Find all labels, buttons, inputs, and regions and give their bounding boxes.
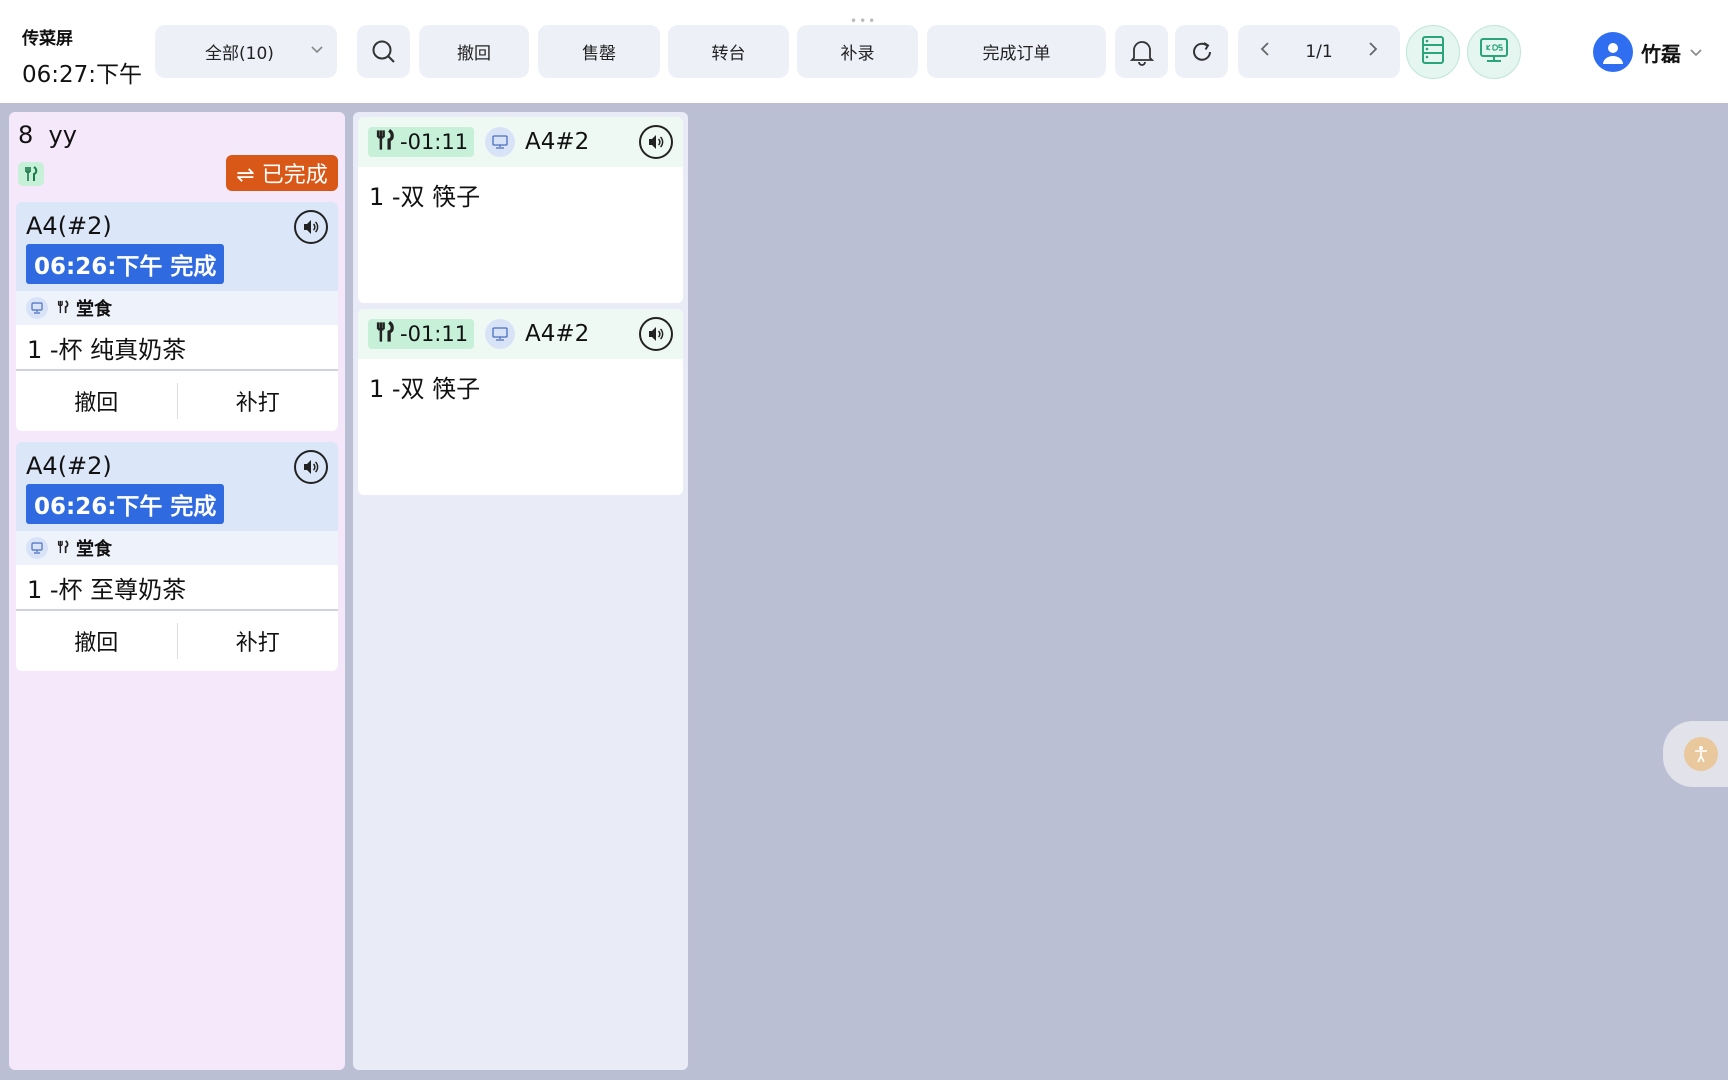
- speaker-icon[interactable]: [639, 317, 673, 351]
- notifications-button[interactable]: [1115, 25, 1168, 78]
- timer-value: -01:11: [400, 322, 469, 346]
- ticket-table: A4(#2): [26, 212, 112, 240]
- recall-ticket-button[interactable]: 撤回: [16, 385, 177, 417]
- search-icon: [371, 39, 397, 65]
- dine-type-row: 堂食: [16, 531, 338, 565]
- ticket-item: 1 -杯 纯真奶茶: [16, 325, 338, 371]
- pending-item-card[interactable]: -01:11 A4#2 1 -双 筷子: [358, 117, 683, 303]
- recall-ticket-button[interactable]: 撤回: [16, 625, 177, 657]
- fork-knife-icon: [56, 538, 70, 559]
- order-title: 8 yy: [18, 121, 77, 149]
- reprint-button[interactable]: 补打: [178, 385, 339, 417]
- current-time: 06:27:下午: [22, 62, 143, 88]
- card-table: A4#2: [525, 129, 590, 155]
- speaker-icon[interactable]: [294, 450, 328, 484]
- ticket-actions: 撤回 补打: [16, 371, 338, 431]
- filter-select-label: 全部(10): [205, 44, 274, 64]
- ticket-actions: 撤回 补打: [16, 611, 338, 671]
- kds-button[interactable]: [1467, 25, 1521, 79]
- user-name: 竹磊: [1641, 41, 1681, 66]
- app-name: 传菜屏: [22, 29, 73, 49]
- filter-select[interactable]: 全部(10): [155, 25, 337, 78]
- recall-button[interactable]: 撤回: [419, 25, 529, 78]
- status-badge[interactable]: ⇌ 已完成: [226, 155, 338, 191]
- refresh-button[interactable]: [1175, 25, 1228, 78]
- completed-ticket: A4(#2) 06:26:下午 完成 堂食 1 -杯 至尊奶茶 撤回 补打: [16, 442, 338, 671]
- speaker-icon[interactable]: [294, 210, 328, 244]
- sold-out-button[interactable]: 售罄: [538, 25, 660, 78]
- fork-knife-icon: [374, 320, 396, 349]
- item-timer: -01:11: [368, 319, 475, 349]
- order-number: 8: [18, 121, 34, 149]
- accessibility-icon: [1684, 737, 1718, 771]
- floating-assist-tab[interactable]: [1663, 721, 1728, 787]
- pos-icon: [485, 127, 515, 157]
- brand: 传菜屏 06:27:下午: [22, 24, 142, 89]
- pending-item-card[interactable]: -01:11 A4#2 1 -双 筷子: [358, 309, 683, 495]
- ticket-header: A4(#2) 06:26:下午 完成: [16, 442, 338, 531]
- order-name: yy: [48, 121, 77, 149]
- transfer-table-button[interactable]: 转台: [668, 25, 789, 78]
- fork-knife-icon: [56, 298, 70, 319]
- ticket-header: A4(#2) 06:26:下午 完成: [16, 202, 338, 291]
- pager: 1/1: [1238, 25, 1400, 78]
- bell-icon: [1129, 38, 1155, 66]
- reprint-button[interactable]: 补打: [178, 625, 339, 657]
- ticket-time-status: 06:26:下午 完成: [26, 484, 225, 524]
- pos-icon: [26, 537, 48, 559]
- user-menu[interactable]: 竹磊: [1593, 32, 1703, 72]
- ticket-item: 1 -杯 至尊奶茶: [16, 565, 338, 611]
- chevron-right-icon[interactable]: [1366, 40, 1380, 63]
- item-timer: -01:11: [368, 127, 475, 157]
- make-up-button[interactable]: 补录: [797, 25, 918, 78]
- speaker-icon[interactable]: [639, 125, 673, 159]
- server-button[interactable]: [1406, 25, 1460, 79]
- card-header: -01:11 A4#2: [358, 117, 683, 167]
- timer-value: -01:11: [400, 130, 469, 154]
- avatar: [1593, 32, 1633, 72]
- pos-icon: [485, 319, 515, 349]
- dine-type: 堂食: [76, 539, 112, 560]
- dine-type: 堂食: [76, 299, 112, 320]
- card-header: -01:11 A4#2: [358, 309, 683, 359]
- completed-order-column: 8 yy ⇌ 已完成 A4(#2) 06:26:下午 完成 堂食 1 -杯 纯真…: [9, 112, 345, 1070]
- complete-order-button[interactable]: 完成订单: [927, 25, 1106, 78]
- ticket-table: A4(#2): [26, 452, 112, 480]
- card-item: 1 -双 筷子: [369, 183, 481, 211]
- chevron-down-icon: [309, 41, 325, 62]
- card-table: A4#2: [525, 321, 590, 347]
- top-bar: 传菜屏 06:27:下午 ••• 全部(10) 撤回 售罄 转台 补录 完成订单…: [0, 0, 1728, 103]
- order-header: 8 yy ⇌ 已完成: [9, 112, 345, 200]
- fork-knife-icon: [374, 128, 396, 157]
- page-indicator: 1/1: [1305, 41, 1333, 62]
- completed-ticket: A4(#2) 06:26:下午 完成 堂食 1 -杯 纯真奶茶 撤回 补打: [16, 202, 338, 431]
- fork-knife-icon: [18, 162, 44, 186]
- ticket-time-status: 06:26:下午 完成: [26, 244, 225, 284]
- refresh-icon: [1189, 39, 1215, 65]
- pos-icon: [26, 297, 48, 319]
- pending-items-column: -01:11 A4#2 1 -双 筷子 -01:11 A4#2 1 -双 筷子: [353, 112, 688, 1070]
- dine-type-row: 堂食: [16, 291, 338, 325]
- card-item: 1 -双 筷子: [369, 375, 481, 403]
- kds-monitor-icon: [1478, 36, 1510, 68]
- chevron-left-icon[interactable]: [1258, 40, 1272, 63]
- chevron-down-icon: [1689, 40, 1703, 64]
- server-icon: [1420, 35, 1446, 69]
- search-button[interactable]: [357, 25, 410, 78]
